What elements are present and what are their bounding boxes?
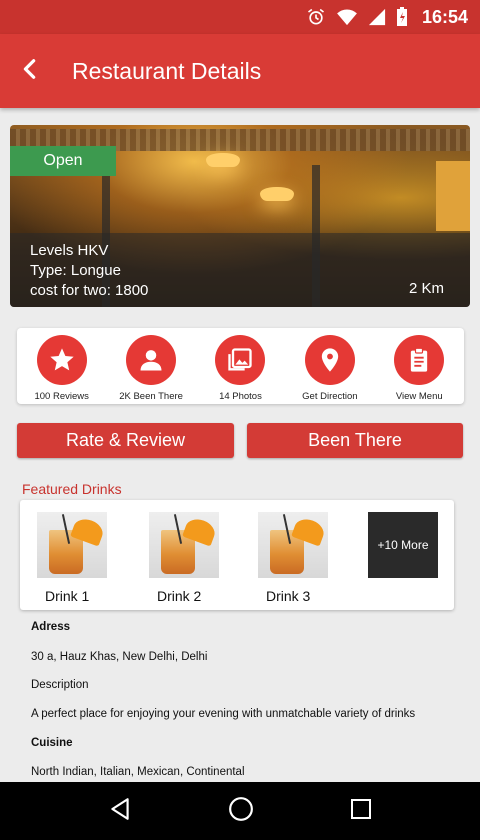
featured-drinks-card: Drink 1 Drink 2 Drink 3 +10 More [20, 500, 454, 610]
description-label: Description [31, 679, 89, 691]
action-label: Get Direction [302, 391, 358, 402]
address-value: 30 a, Hauz Khas, New Delhi, Delhi [31, 651, 208, 663]
view-menu-action[interactable]: View Menu [375, 328, 463, 404]
photos-action[interactable]: 14 Photos [196, 328, 284, 404]
been-there-button[interactable]: Been There [247, 423, 463, 458]
app-bar: Restaurant Details [0, 34, 480, 108]
back-triangle-icon [107, 796, 133, 827]
drink-item[interactable]: Drink 3 [258, 512, 328, 604]
drink-item[interactable]: Drink 2 [149, 512, 219, 604]
description-value: A perfect place for enjoying your evenin… [31, 708, 416, 720]
more-drinks-button[interactable]: +10 More [368, 512, 438, 578]
featured-drinks-title: Featured Drinks [22, 481, 122, 497]
action-label: 2K Been There [119, 391, 183, 402]
drink-item[interactable]: Drink 1 [37, 512, 107, 604]
home-circle-icon [228, 796, 254, 827]
signal-icon [368, 8, 386, 26]
action-label: 100 Reviews [34, 391, 89, 402]
cuisine-value: North Indian, Italian, Mexican, Continen… [31, 766, 245, 778]
restaurant-info: Levels HKV Type: Longue cost for two: 18… [30, 241, 148, 301]
back-arrow-icon [19, 58, 41, 85]
lamp-decor [260, 187, 294, 201]
drink-name: Drink 2 [157, 588, 202, 604]
reviews-action[interactable]: 100 Reviews [18, 328, 106, 404]
drink-thumbnail [37, 512, 107, 578]
nav-home-button[interactable] [228, 796, 254, 827]
battery-charging-icon [396, 7, 408, 27]
system-nav-bar [0, 782, 480, 840]
sign-decor [436, 161, 470, 231]
open-status-badge: Open [10, 146, 116, 176]
alarm-icon [306, 7, 326, 27]
drink-name: Drink 3 [266, 588, 311, 604]
action-label: 14 Photos [219, 391, 262, 402]
drink-thumbnail [258, 512, 328, 578]
wifi-icon [336, 8, 358, 26]
get-direction-action[interactable]: Get Direction [286, 328, 374, 404]
location-pin-icon [304, 335, 355, 385]
been-there-action[interactable]: 2K Been There [107, 328, 195, 404]
drink-thumbnail [149, 512, 219, 578]
cuisine-label: Cuisine [31, 737, 73, 749]
star-icon [36, 335, 87, 385]
status-bar: 16:54 [0, 0, 480, 34]
restaurant-type: Type: Longue [30, 262, 121, 279]
address-label: Adress [31, 621, 70, 633]
restaurant-hero-card[interactable]: Open Levels HKV Type: Longue cost for tw… [10, 125, 470, 307]
restaurant-cost: cost for two: 1800 [30, 282, 149, 299]
restaurant-name: Levels HKV [30, 242, 109, 259]
nav-recents-button[interactable] [349, 797, 373, 826]
restaurant-distance: 2 Km [408, 280, 444, 297]
lamp-decor [206, 153, 240, 167]
drink-name: Drink 1 [45, 588, 90, 604]
back-button[interactable] [0, 34, 60, 108]
page-title: Restaurant Details [72, 57, 262, 84]
recents-square-icon [349, 797, 373, 826]
clipboard-icon [394, 335, 445, 385]
action-label: View Menu [395, 391, 443, 402]
nav-back-button[interactable] [107, 796, 133, 827]
person-icon [126, 335, 177, 385]
rate-review-button[interactable]: Rate & Review [17, 423, 234, 458]
clock-time: 16:54 [421, 6, 468, 27]
photo-icon [215, 335, 266, 385]
actions-card: 100 Reviews 2K Been There 14 Photos Get … [17, 328, 464, 404]
